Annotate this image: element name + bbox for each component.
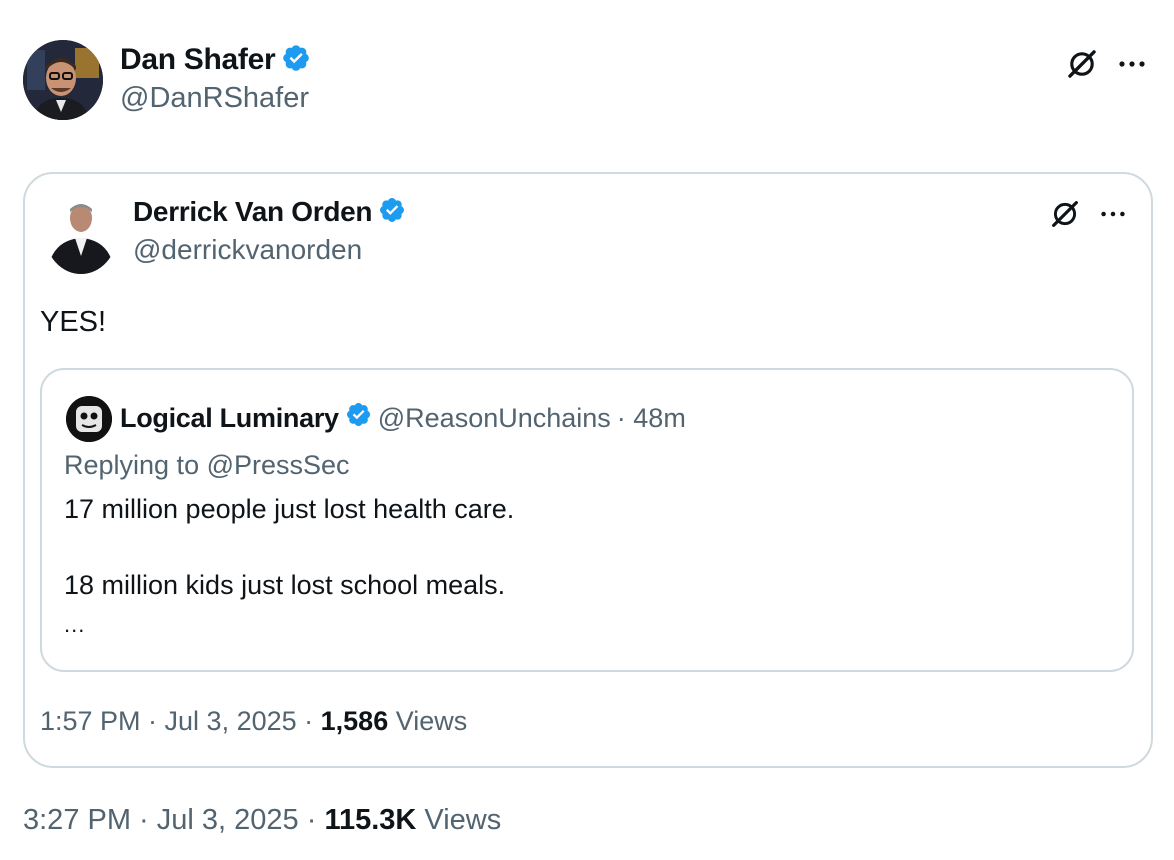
author-name[interactable]: Dan Shafer: [120, 43, 276, 77]
tweet-views-count: 115.3K: [324, 804, 417, 836]
nested-quote-card[interactable]: Logical Luminary @ReasonUnchains · 48m R…: [40, 368, 1134, 672]
nested-author-name[interactable]: Logical Luminary: [120, 403, 339, 434]
grok-icon[interactable]: [1045, 194, 1085, 234]
grok-icon[interactable]: [1062, 44, 1102, 84]
avatar-photo: [66, 396, 112, 442]
quoted-author-avatar[interactable]: [45, 194, 117, 274]
tweet-views-label: Views: [416, 804, 502, 836]
quoted-tweet-card[interactable]: Derrick Van Orden @derrickvanorden YES! …: [23, 172, 1153, 768]
nested-author-handle[interactable]: @ReasonUnchains: [378, 403, 611, 434]
verified-badge-icon: [345, 401, 372, 435]
author-avatar[interactable]: [23, 40, 103, 120]
quoted-views-label: Views: [388, 706, 468, 736]
author-handle[interactable]: @DanRShafer: [120, 82, 309, 115]
more-options-icon[interactable]: [1093, 194, 1133, 234]
quoted-tweet-meta: 1:57 PM · Jul 3, 2025 · 1,586 Views: [40, 706, 467, 737]
nested-text-line: 17 million people just lost health care.: [64, 494, 515, 524]
replying-to-label: Replying to @PressSec: [64, 450, 350, 480]
quoted-author-handle[interactable]: @derrickvanorden: [133, 234, 362, 266]
tweet-timestamp[interactable]: 3:27 PM · Jul 3, 2025 ·: [23, 804, 324, 836]
avatar-photo: [45, 194, 117, 274]
more-options-icon[interactable]: [1112, 44, 1152, 84]
nested-text-ellipsis: ...: [64, 612, 86, 637]
quoted-views-count: 1,586: [320, 706, 389, 736]
quoted-author-name[interactable]: Derrick Van Orden: [133, 196, 373, 228]
nested-author-avatar[interactable]: [66, 396, 112, 442]
verified-badge-icon: [281, 43, 311, 78]
nested-text-line: 18 million kids just lost school meals.: [64, 570, 506, 600]
quoted-tweet-text: YES!: [40, 306, 107, 338]
nested-time-ago[interactable]: · 48m: [617, 403, 686, 434]
avatar-photo: [23, 40, 103, 120]
quoted-timestamp[interactable]: 1:57 PM · Jul 3, 2025 ·: [40, 706, 321, 736]
verified-badge-icon: [378, 196, 406, 229]
tweet-meta: 3:27 PM · Jul 3, 2025 · 115.3K Views: [23, 804, 501, 837]
